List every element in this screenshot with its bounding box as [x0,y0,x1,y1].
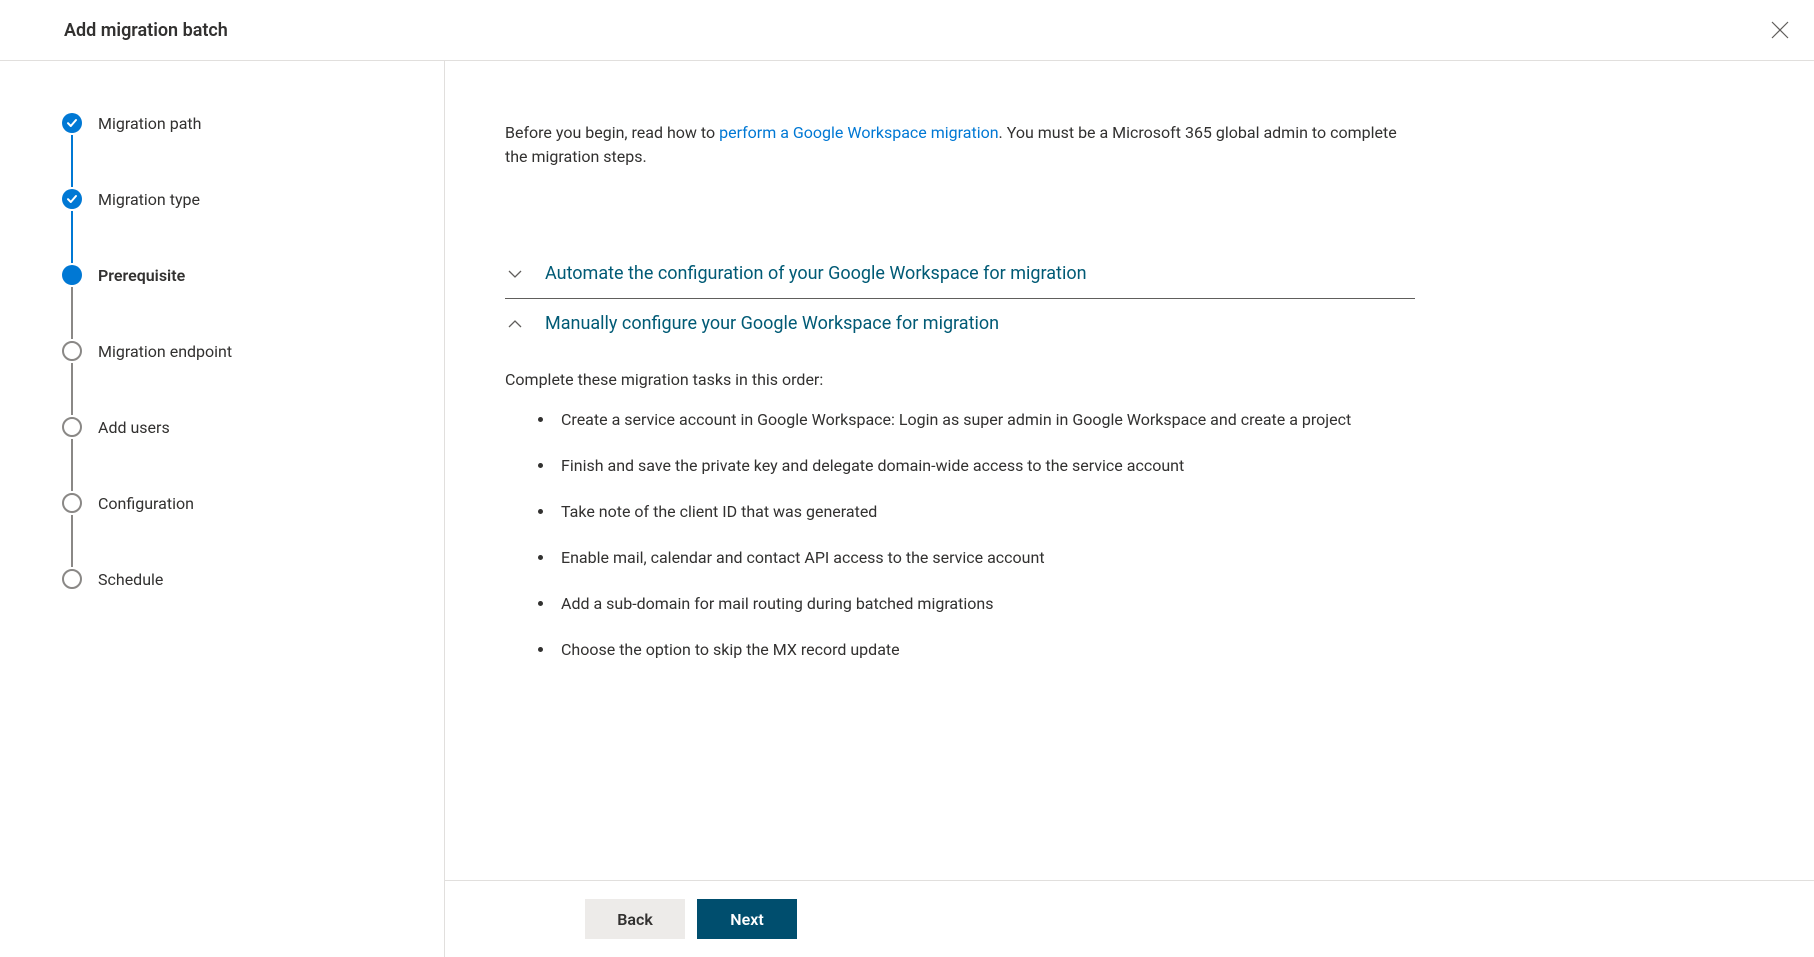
step-connector [71,363,73,415]
task-item: Enable mail, calendar and contact API ac… [555,546,1385,570]
step-circle-upcoming [62,569,82,589]
close-button[interactable] [1766,16,1794,44]
content-area: Before you begin, read how to perform a … [445,61,1814,880]
step-connector [71,211,73,263]
task-item: Finish and save the private key and dele… [555,454,1385,478]
task-item: Create a service account in Google Works… [555,408,1385,432]
back-button[interactable]: Back [585,899,685,939]
step-migration-type[interactable]: Migration type [62,187,424,211]
step-circle-upcoming [62,493,82,513]
step-circle-completed [62,113,82,133]
accordion-title: Manually configure your Google Workspace… [545,313,999,334]
dialog-body: Migration path Migration type Prerequisi… [0,61,1814,957]
check-icon [66,117,78,129]
chevron-down-icon [505,264,525,284]
main-panel: Before you begin, read how to perform a … [445,61,1814,957]
close-icon [1771,21,1789,39]
chevron-up-icon [505,314,525,334]
accordion-automate: Automate the configuration of your Googl… [505,249,1415,299]
step-label: Migration type [98,190,200,209]
accordion-header-manual[interactable]: Manually configure your Google Workspace… [505,299,1415,348]
step-label: Migration endpoint [98,342,232,361]
step-list: Migration path Migration type Prerequisi… [62,111,424,591]
page-title: Add migration batch [64,20,228,41]
step-connector [71,515,73,567]
check-icon [66,193,78,205]
step-connector [71,439,73,491]
step-circle-completed [62,189,82,209]
task-item: Choose the option to skip the MX record … [555,638,1385,662]
step-schedule[interactable]: Schedule [62,567,424,591]
task-item: Take note of the client ID that was gene… [555,500,1385,524]
tasks-list: Create a service account in Google Works… [505,408,1415,662]
accordion-body-manual: Complete these migration tasks in this o… [505,348,1415,694]
accordion-title: Automate the configuration of your Googl… [545,263,1087,284]
step-connector [71,287,73,339]
task-item: Add a sub-domain for mail routing during… [555,592,1385,616]
step-migration-endpoint[interactable]: Migration endpoint [62,339,424,363]
step-label: Add users [98,418,170,437]
step-label: Prerequisite [98,266,185,285]
step-label: Schedule [98,570,163,589]
step-circle-upcoming [62,417,82,437]
step-prerequisite[interactable]: Prerequisite [62,263,424,287]
step-circle-upcoming [62,341,82,361]
accordion: Automate the configuration of your Googl… [505,249,1415,694]
step-circle-current [62,265,82,285]
step-label: Migration path [98,114,201,133]
step-label: Configuration [98,494,194,513]
step-connector [71,135,73,187]
tasks-intro: Complete these migration tasks in this o… [505,368,1415,392]
accordion-header-automate[interactable]: Automate the configuration of your Googl… [505,249,1415,298]
intro-link[interactable]: perform a Google Workspace migration [719,123,998,142]
step-add-users[interactable]: Add users [62,415,424,439]
step-configuration[interactable]: Configuration [62,491,424,515]
dialog-header: Add migration batch [0,0,1814,61]
wizard-steps-sidebar: Migration path Migration type Prerequisi… [0,61,445,957]
accordion-manual: Manually configure your Google Workspace… [505,299,1415,694]
intro-text: Before you begin, read how to perform a … [505,121,1405,169]
footer: Back Next [445,880,1814,957]
next-button[interactable]: Next [697,899,797,939]
intro-before: Before you begin, read how to [505,123,719,142]
step-migration-path[interactable]: Migration path [62,111,424,135]
